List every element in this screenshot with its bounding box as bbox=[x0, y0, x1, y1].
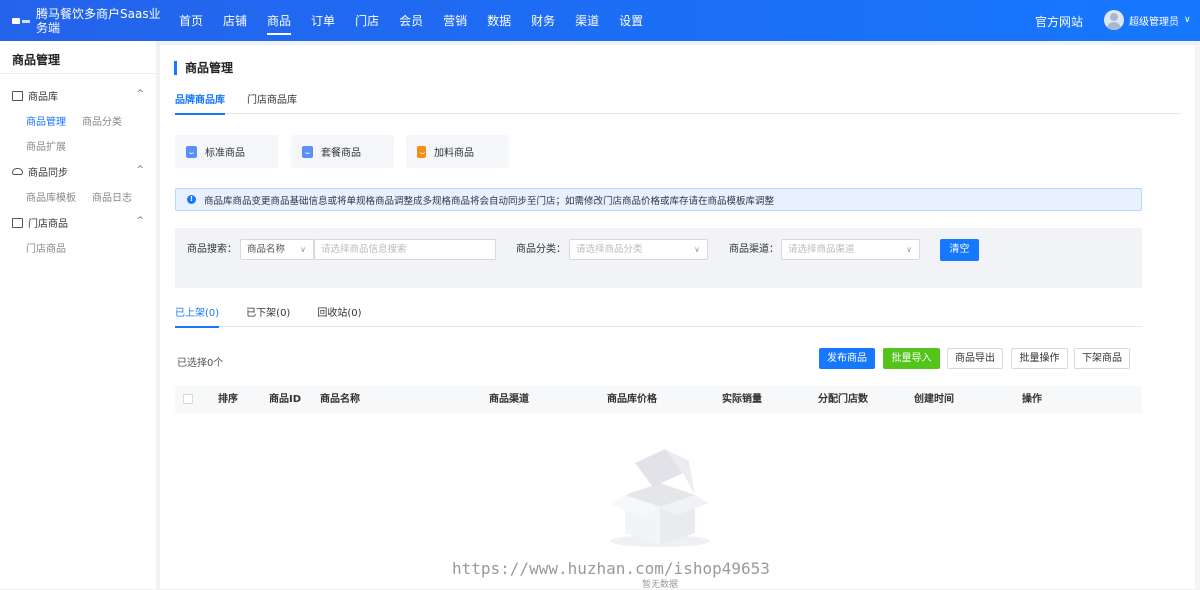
sidebar-item-product-category[interactable]: 商品分类 bbox=[82, 113, 122, 128]
sidebar-title: 商品管理 bbox=[0, 41, 156, 74]
tab-store-library[interactable]: 门店商品库 bbox=[247, 95, 297, 114]
search-field-select[interactable]: 商品名称 ∨ bbox=[240, 239, 314, 260]
channel-label: 商品渠道： bbox=[729, 244, 779, 255]
type-card-label: 加料商品 bbox=[434, 148, 474, 159]
tab-brand-library[interactable]: 品牌商品库 bbox=[175, 95, 225, 115]
tab-on-shelf[interactable]: 已上架(0) bbox=[175, 308, 220, 328]
column-header: 实际销量 bbox=[722, 394, 762, 405]
type-card-label: 套餐商品 bbox=[321, 148, 361, 159]
column-header: 商品ID bbox=[269, 394, 302, 405]
user-name: 超级管理员 bbox=[1129, 16, 1179, 28]
search-placeholder: 请选择商品信息搜索 bbox=[321, 244, 407, 255]
empty-state-text: 暂无数据 bbox=[641, 580, 678, 590]
search-input[interactable]: 请选择商品信息搜索 bbox=[314, 239, 496, 260]
lock-icon bbox=[12, 218, 23, 228]
watermark: https://www.huzhan.com/ishop49653 bbox=[452, 559, 770, 578]
sidebar-item-library-template[interactable]: 商品库模板 bbox=[26, 189, 76, 204]
status-tabs: 已上架(0) 已下架(0) 回收站(0) bbox=[175, 308, 1142, 328]
library-tabs: 品牌商品库 门店商品库 bbox=[175, 95, 1181, 115]
main-nav: 首页 店铺 商品 订单 门店 会员 营销 数据 财务 渠道 设置 bbox=[169, 0, 653, 41]
nav-item-products[interactable]: 商品 bbox=[257, 0, 301, 41]
chevron-up-icon[interactable]: ^ bbox=[136, 89, 144, 99]
select-all-checkbox[interactable] bbox=[183, 394, 193, 404]
empty-box-icon bbox=[610, 449, 710, 547]
main-panel: 商品管理 品牌商品库 门店商品库 标准商品 套餐商品 加料商品 ! 商品库商品变… bbox=[160, 45, 1196, 590]
type-card-label: 标准商品 bbox=[205, 148, 245, 159]
publish-product-button[interactable]: 发布商品 bbox=[819, 348, 875, 369]
nav-item-finance[interactable]: 财务 bbox=[521, 0, 565, 41]
bottle-icon bbox=[417, 145, 426, 158]
sync-notice: ! 商品库商品变更商品基础信息或将单规格商品调整成多规格商品将会自动同步至门店；… bbox=[175, 188, 1142, 211]
nav-item-orders[interactable]: 订单 bbox=[301, 0, 345, 41]
chevron-down-icon: ∨ bbox=[694, 245, 700, 254]
chevron-down-icon: ∨ bbox=[1184, 15, 1191, 25]
nav-item-data[interactable]: 数据 bbox=[477, 0, 521, 41]
batch-operation-button[interactable]: 批量操作 bbox=[1011, 348, 1068, 369]
sidebar-item-product-extension[interactable]: 商品扩展 bbox=[26, 138, 66, 153]
sidebar-group-store-products[interactable]: 门店商品 ^ bbox=[0, 209, 156, 235]
type-card-addon[interactable]: 加料商品 bbox=[406, 135, 509, 168]
tab-recycle-bin[interactable]: 回收站(0) bbox=[317, 308, 361, 327]
tab-off-shelf[interactable]: 已下架(0) bbox=[246, 308, 290, 327]
nav-item-home[interactable]: 首页 bbox=[169, 0, 213, 41]
clear-button[interactable]: 清空 bbox=[940, 239, 979, 261]
nav-item-settings[interactable]: 设置 bbox=[609, 0, 653, 41]
type-card-standard[interactable]: 标准商品 bbox=[175, 135, 278, 168]
table-header: 排序 商品ID 商品名称 商品渠道 商品库价格 实际销量 分配门店数 创建时间 … bbox=[175, 386, 1142, 413]
channel-select[interactable]: 请选择商品渠道 ∨ bbox=[781, 239, 920, 260]
sidebar-item-product-log[interactable]: 商品日志 bbox=[92, 189, 132, 204]
delist-products-button[interactable]: 下架商品 bbox=[1074, 348, 1130, 369]
scrollbar[interactable] bbox=[1195, 45, 1200, 589]
nav-item-stores[interactable]: 门店 bbox=[345, 0, 389, 41]
shopping-bag-icon bbox=[302, 145, 313, 158]
chevron-up-icon[interactable]: ^ bbox=[136, 165, 144, 175]
category-placeholder: 请选择商品分类 bbox=[576, 244, 643, 255]
chevron-down-icon: ∨ bbox=[906, 245, 912, 254]
top-navbar: 腾马餐饮多商户Saas业务端 首页 店铺 商品 订单 门店 会员 营销 数据 财… bbox=[0, 0, 1200, 41]
sidebar-item-store-products[interactable]: 门店商品 bbox=[26, 240, 66, 255]
sidebar-group-label: 商品同步 bbox=[28, 167, 68, 179]
export-products-button[interactable]: 商品导出 bbox=[947, 348, 1003, 369]
search-field-value: 商品名称 bbox=[247, 244, 286, 255]
column-header: 创建时间 bbox=[914, 394, 954, 405]
channel-placeholder: 请选择商品渠道 bbox=[788, 244, 855, 255]
selected-count: 已选择0个 bbox=[177, 358, 224, 369]
sidebar-item-product-management[interactable]: 商品管理 bbox=[26, 113, 66, 128]
official-site-link[interactable]: 官方网站 bbox=[1035, 13, 1083, 30]
nav-item-shop[interactable]: 店铺 bbox=[213, 0, 257, 41]
sidebar-group-label: 门店商品 bbox=[28, 218, 68, 230]
brand-name: 腾马餐饮多商户Saas业务端 bbox=[36, 6, 161, 35]
user-menu[interactable]: 超级管理员 ∨ bbox=[1104, 10, 1191, 30]
nav-item-marketing[interactable]: 营销 bbox=[433, 0, 477, 41]
page-title: 商品管理 bbox=[174, 61, 233, 75]
shopping-bag-icon bbox=[186, 145, 197, 158]
column-header: 商品名称 bbox=[320, 394, 360, 405]
column-header: 分配门店数 bbox=[818, 394, 868, 405]
search-label: 商品搜索： bbox=[187, 244, 237, 255]
info-icon: ! bbox=[187, 195, 196, 204]
column-header: 商品渠道 bbox=[489, 394, 529, 405]
chevron-up-icon[interactable]: ^ bbox=[136, 216, 144, 226]
column-header[interactable]: 排序 bbox=[218, 394, 238, 406]
avatar bbox=[1104, 10, 1124, 30]
sidebar-group-product-sync[interactable]: 商品同步 ^ bbox=[0, 158, 156, 184]
sidebar-group-label: 商品库 bbox=[28, 91, 58, 103]
notice-text: 商品库商品变更商品基础信息或将单规格商品调整成多规格商品将会自动同步至门店；如需… bbox=[204, 195, 775, 207]
nav-item-members[interactable]: 会员 bbox=[389, 0, 433, 41]
logo-icon bbox=[12, 16, 30, 26]
column-header: 操作 bbox=[1022, 394, 1042, 405]
cloud-sync-icon bbox=[12, 167, 23, 175]
column-header: 商品库价格 bbox=[607, 394, 657, 405]
type-card-combo[interactable]: 套餐商品 bbox=[291, 135, 394, 168]
filter-panel: 商品搜索： 商品名称 ∨ 请选择商品信息搜索 商品分类： 请选择商品分类 ∨ 商… bbox=[175, 228, 1142, 288]
batch-import-button[interactable]: 批量导入 bbox=[883, 348, 940, 369]
category-select[interactable]: 请选择商品分类 ∨ bbox=[569, 239, 708, 260]
bag-icon bbox=[12, 91, 23, 101]
sidebar: 商品管理 商品库 ^ 商品管理 商品分类 商品扩展 商品同步 ^ 商品库模板 商… bbox=[0, 41, 156, 589]
category-label: 商品分类： bbox=[516, 244, 566, 255]
chevron-down-icon: ∨ bbox=[300, 245, 306, 254]
brand-logo[interactable]: 腾马餐饮多商户Saas业务端 bbox=[0, 7, 165, 35]
nav-item-channels[interactable]: 渠道 bbox=[565, 0, 609, 41]
sidebar-group-product-library[interactable]: 商品库 ^ bbox=[0, 82, 156, 108]
